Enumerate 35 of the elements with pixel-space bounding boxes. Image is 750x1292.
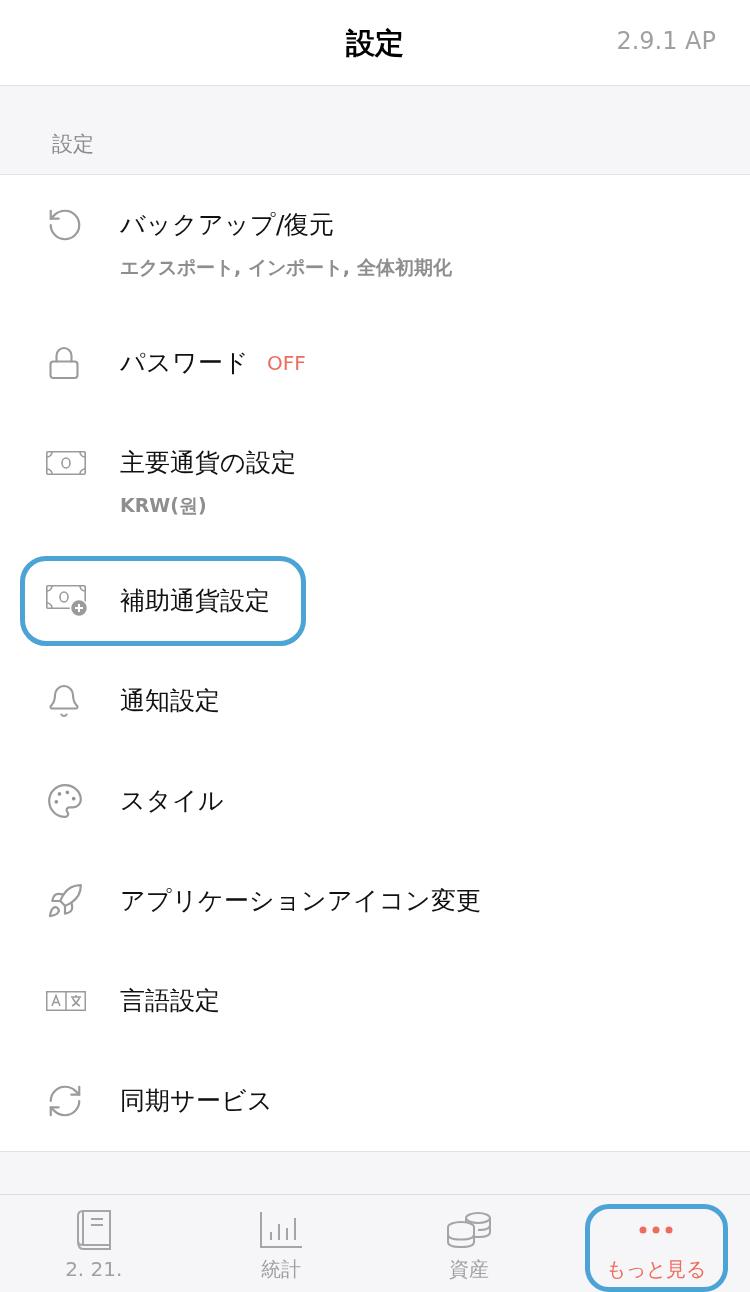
settings-item[interactable]: 同期サービス [20, 1056, 309, 1146]
settings-item[interactable]: 通知設定 [20, 656, 256, 746]
banknote-plus-icon [46, 585, 88, 617]
status-label: OFF [267, 350, 306, 377]
item-title: 同期サービス [120, 1085, 273, 1117]
language-icon [46, 991, 86, 1011]
bell-icon [46, 682, 82, 720]
item-title: 通知設定 [120, 685, 220, 717]
rocket-icon [46, 882, 84, 920]
coins-icon [445, 1211, 492, 1249]
palette-icon [46, 782, 84, 820]
item-title: アプリケーションアイコン変更 [120, 885, 481, 917]
page-title: 設定 [346, 24, 404, 61]
book-icon [75, 1210, 112, 1250]
version-label: 2.9.1 AP [616, 26, 716, 57]
item-subtitle: エクスポート, インポート, 全体初期化 [120, 255, 452, 279]
settings-item[interactable]: アプリケーションアイコン変更 [20, 856, 517, 946]
settings-item[interactable]: 補助通貨設定 [20, 556, 306, 646]
more-dots-icon [639, 1226, 674, 1234]
item-title: パスワード [120, 347, 249, 379]
item-subtitle: KRW(원) [120, 493, 208, 517]
item-title: スタイル [120, 785, 224, 817]
settings-item[interactable]: スタイル [20, 756, 260, 846]
settings-item[interactable]: 主要通貨の設定 KRW(원) [20, 438, 332, 526]
item-title: 補助通貨設定 [120, 585, 270, 617]
lock-icon [46, 344, 82, 382]
item-title: 言語設定 [120, 985, 220, 1017]
item-title: 主要通貨の設定 [120, 447, 296, 479]
bar-chart-icon [260, 1212, 303, 1248]
section-header: 設定 [52, 131, 94, 158]
item-title: バックアップ/復元 [120, 209, 335, 241]
settings-item[interactable]: 言語設定 [20, 956, 256, 1046]
banknote-icon [46, 451, 86, 475]
settings-item[interactable]: パスワード OFF [20, 318, 342, 408]
settings-item[interactable]: バックアップ/復元 エクスポート, インポート, 全体初期化 [20, 200, 488, 288]
